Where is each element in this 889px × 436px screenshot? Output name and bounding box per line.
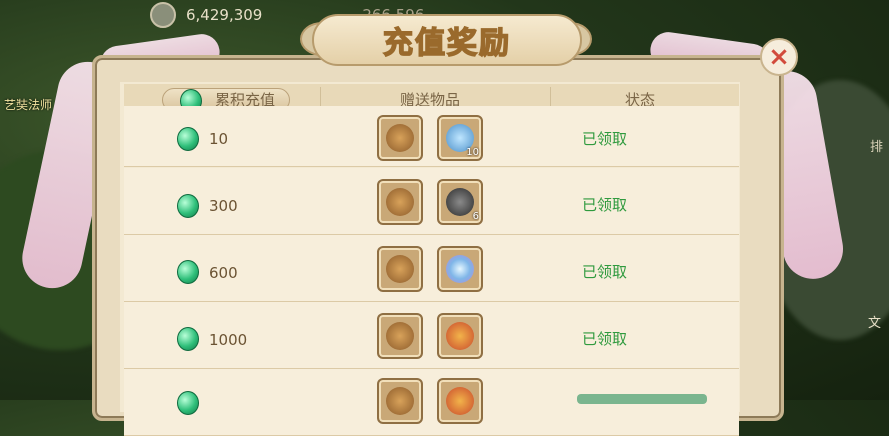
status-claimed: 已领取 — [582, 196, 628, 214]
side-right-label: 文 — [867, 316, 881, 331]
ore-icon — [446, 188, 474, 216]
gift-bag-icon — [386, 387, 414, 415]
coin-count: 6,429,309 — [186, 6, 263, 24]
side-right-label: 排 — [869, 140, 883, 155]
item-count: 6 — [472, 211, 479, 222]
dialog-title: 充值奖励 — [382, 25, 511, 62]
pouch-icon — [446, 322, 474, 350]
reward-item-ore[interactable]: 6 — [437, 179, 483, 225]
gem-icon — [177, 194, 199, 218]
reward-item-gift-bag[interactable] — [377, 378, 423, 424]
recharge-amount: 1000 — [209, 331, 248, 349]
side-npc-label: 艺奘法师 — [4, 98, 53, 112]
recharge-progress-bar — [577, 394, 707, 404]
reward-item-pouch[interactable] — [437, 313, 483, 359]
gift-bag-icon — [386, 322, 414, 350]
reward-item-pouch[interactable] — [437, 378, 483, 424]
item-count: 10 — [466, 147, 479, 158]
gift-bag-icon — [386, 188, 414, 216]
recharge-amount: 10 — [209, 130, 229, 148]
title-plate: 充值奖励 — [312, 14, 582, 66]
status-claimed: 已领取 — [582, 263, 628, 281]
gem-icon — [177, 260, 199, 284]
status-claimed: 已领取 — [582, 130, 628, 148]
reward-item-gift-bag[interactable] — [377, 246, 423, 292]
gem-icon — [177, 327, 199, 351]
recharge-amount: 300 — [209, 197, 238, 215]
gem-icon — [177, 127, 199, 151]
close-button[interactable]: × — [760, 38, 798, 76]
gift-bag-icon — [386, 255, 414, 283]
reward-item-orb[interactable] — [437, 246, 483, 292]
pouch-icon — [446, 387, 474, 415]
gift-bag-icon — [386, 124, 414, 152]
recharge-amount: 600 — [209, 264, 238, 282]
reward-item-gift-bag[interactable] — [377, 313, 423, 359]
coin-icon — [150, 2, 176, 28]
reward-item-potion[interactable]: 10 — [437, 115, 483, 161]
status-claimed: 已领取 — [582, 330, 628, 348]
orb-icon — [446, 255, 474, 283]
reward-item-gift-bag[interactable] — [377, 179, 423, 225]
gem-icon — [177, 391, 199, 415]
reward-item-gift-bag[interactable] — [377, 115, 423, 161]
